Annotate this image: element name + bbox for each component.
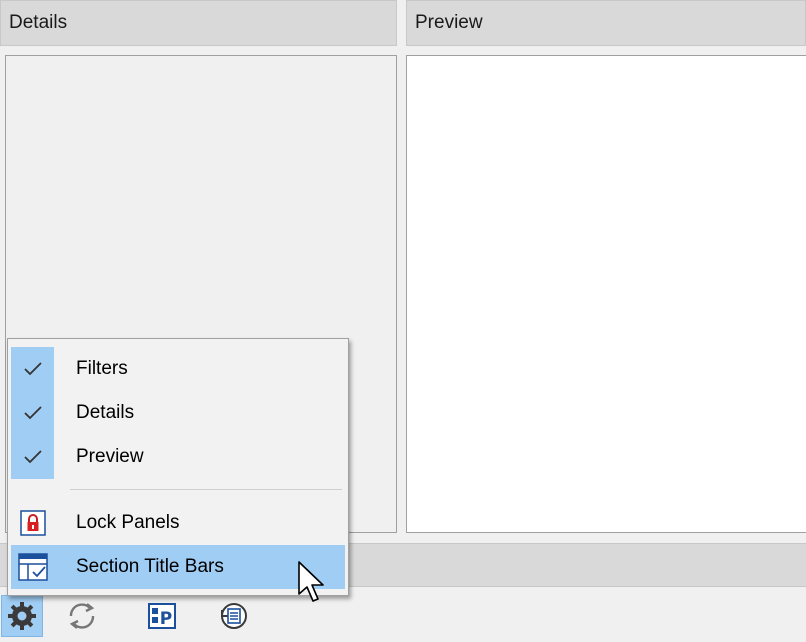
details-title-text: Details [9,12,68,33]
gear-icon [8,602,36,630]
section-title-bars-icon [17,553,48,581]
check-icon [23,362,42,376]
menu-item-label: Filters [76,358,128,379]
preview-pane-icon: P [148,603,176,629]
refresh-button[interactable] [61,595,103,637]
menu-item-details[interactable]: Details [11,391,345,435]
menu-item-filters-gutter [11,347,54,391]
preview-title-text: Preview [415,12,483,33]
refresh-icon [69,603,95,629]
menu-item-lock-panels[interactable]: Lock Panels [11,501,345,545]
menu-item-details-gutter [11,391,54,435]
check-icon [23,406,42,420]
menu-item-preview[interactable]: Preview [11,435,345,479]
menu-item-label: Preview [76,446,144,467]
menu-item-label: Section Title Bars [76,556,224,577]
panels-context-menu: Filters Details Preview Lock Panels Sect… [7,338,349,596]
menu-item-preview-gutter [11,435,54,479]
settings-button[interactable] [1,595,43,637]
history-button[interactable] [213,595,255,637]
menu-item-label: Details [76,402,135,423]
details-panel-title: Details [0,0,397,46]
check-icon [23,450,42,464]
lock-icon [19,510,46,536]
menu-item-section-title-bars-gutter [11,545,54,589]
history-icon [221,603,247,629]
menu-item-lock-panels-gutter [11,501,54,545]
preview-pane-button[interactable]: P [141,595,183,637]
preview-panel-title: Preview [406,0,806,46]
svg-text:P: P [160,609,172,629]
menu-item-label: Lock Panels [76,512,180,533]
menu-separator [70,489,342,490]
menu-item-filters[interactable]: Filters [11,347,345,391]
mouse-pointer-icon [298,561,324,602]
preview-panel [406,55,806,533]
menu-item-section-title-bars[interactable]: Section Title Bars [11,545,345,589]
